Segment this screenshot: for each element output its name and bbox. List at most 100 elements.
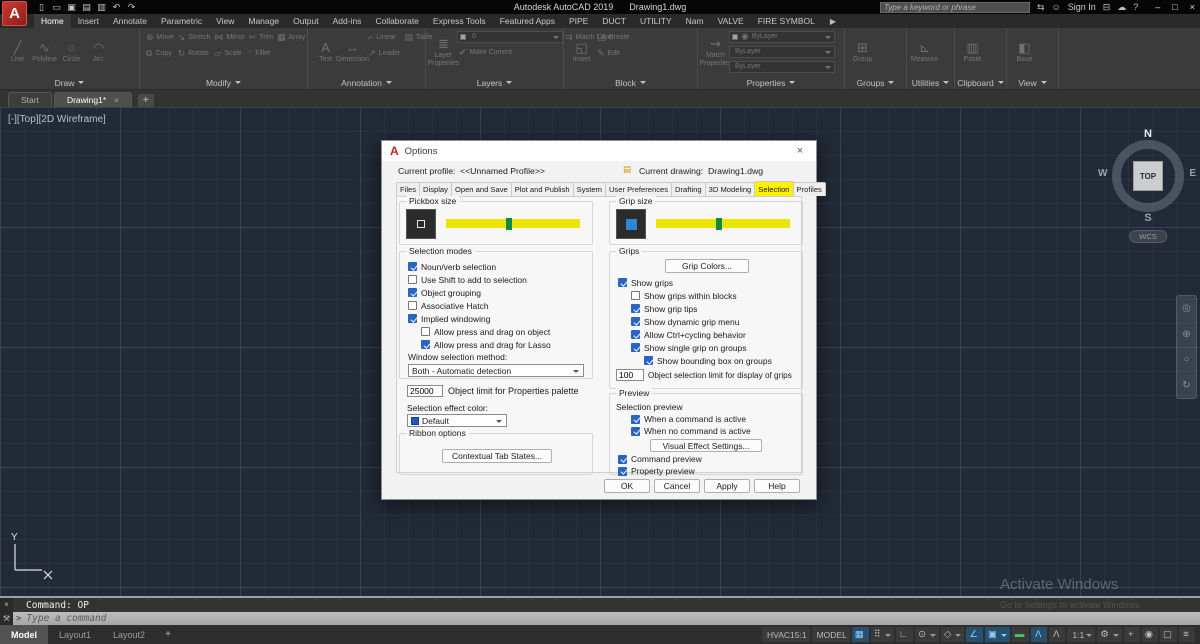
checkbox[interactable] [408, 314, 417, 323]
options-tab[interactable]: 3D Modeling [705, 182, 756, 196]
checkbox[interactable] [618, 467, 627, 476]
arc-tool[interactable]: ◠ Arc [85, 29, 112, 75]
ribbon-tab[interactable]: PIPE [562, 14, 595, 28]
minimize-button[interactable]: – [1155, 2, 1160, 12]
fillet-tool[interactable]: ◜ Fillet [247, 45, 275, 61]
panel-label[interactable]: View [1007, 76, 1058, 89]
group-tool[interactable]: ⊞ Group [849, 29, 876, 75]
leader-tool[interactable]: ↗ Leader [366, 45, 402, 61]
ribbon-tab[interactable]: Annotate [106, 14, 154, 28]
ribbon-tab[interactable]: Home [34, 14, 71, 28]
close-icon[interactable]: × [114, 96, 119, 105]
checkbox[interactable] [631, 415, 640, 424]
match-properties-tool[interactable]: ⇝ Match Properties [702, 29, 729, 75]
window-selection-method-select[interactable]: Both - Automatic detection [408, 364, 584, 377]
copy-tool[interactable]: ⧉ Copy [144, 45, 176, 61]
layout-tab[interactable]: Layout2 [102, 625, 156, 644]
checkbox[interactable] [631, 317, 640, 326]
dialog-titlebar[interactable]: A Options × [382, 141, 816, 161]
ribbon-tab[interactable]: Manage [241, 14, 286, 28]
panel-label[interactable]: Groups [845, 76, 906, 89]
user-icon[interactable]: ☺ [1051, 2, 1060, 12]
command-input[interactable] [26, 613, 346, 624]
create-block-tool[interactable]: ◲ Create [595, 29, 632, 45]
options-tab[interactable]: Profiles [793, 182, 826, 196]
layout-tab[interactable]: Layout1 [48, 625, 102, 644]
line-tool[interactable]: ╱ Line [4, 29, 31, 75]
viewcube-south[interactable]: S [1144, 212, 1151, 224]
text-tool[interactable]: A Text [312, 29, 339, 75]
contextual-tab-states-button[interactable]: Contextual Tab States... [442, 449, 552, 463]
open-icon[interactable]: ▭ [51, 2, 62, 13]
checkbox[interactable] [421, 327, 430, 336]
redo-icon[interactable]: ↷ [126, 2, 137, 13]
close-button[interactable]: × [1190, 2, 1195, 12]
undo-icon[interactable]: ↶ [111, 2, 122, 13]
insert-block-tool[interactable]: ◱ Insert [568, 29, 595, 75]
move-tool[interactable]: ⊕ Move [144, 29, 176, 45]
media-icon[interactable]: ▶ [822, 14, 844, 28]
graphics-performance-icon[interactable]: ◉ [1142, 627, 1158, 642]
scale-tool[interactable]: ▱ Scale [212, 45, 246, 61]
orbit-icon[interactable]: ↻ [1182, 380, 1190, 391]
new-layout-button[interactable]: + [156, 629, 180, 640]
grip-limit-input[interactable] [616, 369, 644, 381]
lineweight-select[interactable]: ByLayer [729, 46, 835, 58]
slider-thumb[interactable] [506, 218, 512, 230]
panel-label[interactable]: Clipboard [955, 76, 1006, 89]
options-tab[interactable]: Open and Save [451, 182, 512, 196]
edit-block-tool[interactable]: ✎ Edit [595, 45, 632, 61]
ribbon-tab[interactable]: VALVE [711, 14, 751, 28]
options-tab[interactable]: Drafting [671, 182, 706, 196]
checkbox[interactable] [618, 278, 627, 287]
checkbox[interactable] [631, 343, 640, 352]
panel-label[interactable]: Modify [140, 76, 307, 89]
ortho-icon[interactable]: ∟ [896, 627, 913, 642]
visual-effect-settings-button[interactable]: Visual Effect Settings... [650, 439, 762, 452]
checkbox[interactable] [631, 427, 640, 436]
plot-icon[interactable]: ▥ [96, 2, 107, 13]
ribbon-tab[interactable]: Nam [679, 14, 711, 28]
isolate-objects-icon[interactable]: + [1124, 627, 1140, 642]
ribbon-tab[interactable]: Collaborate [368, 14, 425, 28]
viewcube-top-face[interactable]: TOP [1133, 161, 1163, 191]
lineweight-icon[interactable]: ▬ [1012, 627, 1030, 642]
help-button[interactable]: Help [754, 479, 800, 493]
autocad-logo[interactable]: A [2, 1, 27, 26]
command-history[interactable]: Command: OP [0, 598, 1200, 612]
layer-properties-tool[interactable]: ≣ Layer Properties [430, 29, 457, 75]
grip-colors-button[interactable]: Grip Colors... [665, 259, 749, 273]
checkbox[interactable] [631, 304, 640, 313]
file-tab[interactable]: Start × [8, 92, 52, 107]
measure-tool[interactable]: ⊾ Measure [911, 29, 938, 75]
stretch-tool[interactable]: ↘ Stretch [176, 29, 213, 45]
autoscale-icon[interactable]: Λ [1049, 627, 1065, 642]
layout-tab[interactable]: Model [0, 625, 48, 644]
ribbon-tab[interactable]: DUCT [595, 14, 633, 28]
object-color-select[interactable]: ◉ ByLayer [729, 31, 835, 43]
trim-tool[interactable]: ✂ Trim [247, 29, 275, 45]
checkbox[interactable] [631, 330, 640, 339]
annotation-visibility-icon[interactable]: Λ [1031, 627, 1047, 642]
options-tab[interactable]: Display [419, 182, 452, 196]
snap-icon[interactable]: ⠿ [871, 627, 894, 642]
checkbox[interactable] [408, 301, 417, 310]
checkbox[interactable] [644, 356, 653, 365]
panel-label[interactable]: Block [564, 76, 697, 89]
ribbon-tab[interactable]: Insert [71, 14, 106, 28]
cancel-button[interactable]: Cancel [654, 479, 700, 493]
exchange-icon[interactable]: ⇆ [1037, 2, 1045, 13]
save-icon[interactable]: ▣ [66, 2, 77, 13]
options-tab[interactable]: Plot and Publish [511, 182, 574, 196]
grid-icon[interactable]: ▦ [852, 627, 869, 642]
mirror-tool[interactable]: ⋈ Mirror [212, 29, 246, 45]
checkbox[interactable] [408, 262, 417, 271]
pan-icon[interactable]: ⊕ [1182, 329, 1190, 340]
options-tab[interactable]: Selection [754, 181, 793, 196]
checkbox[interactable] [408, 275, 417, 284]
slider-thumb[interactable] [716, 218, 722, 230]
make-current-tool[interactable]: ✔ Make Current [457, 44, 563, 60]
close-icon[interactable]: × [4, 600, 9, 609]
paste-tool[interactable]: ▥ Paste [959, 29, 986, 75]
ribbon-tab[interactable]: FIRE SYMBOL [751, 14, 822, 28]
